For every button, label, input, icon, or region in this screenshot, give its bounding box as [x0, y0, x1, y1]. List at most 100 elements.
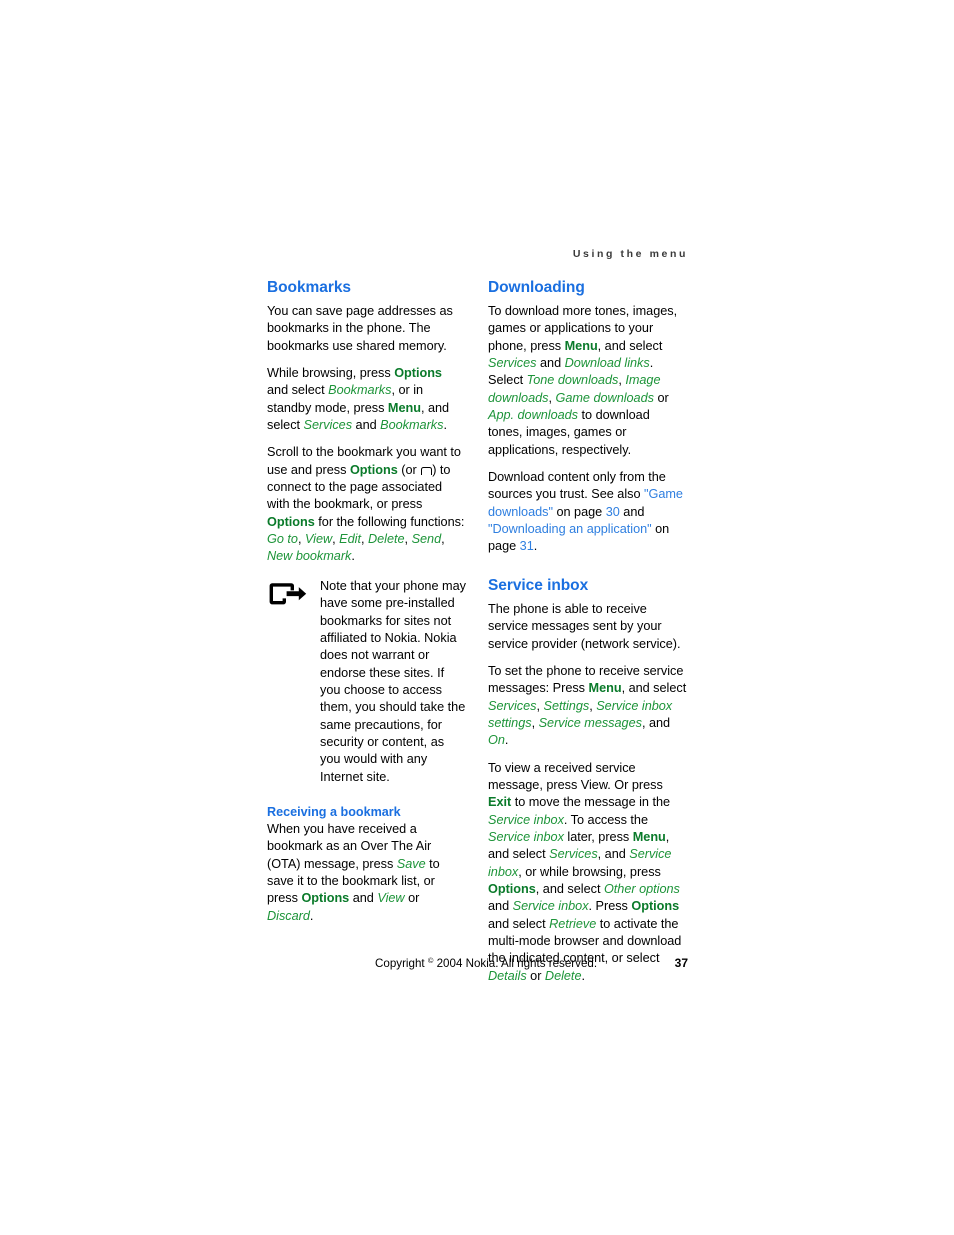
- text-run: , and: [641, 715, 671, 730]
- menu-item: Services: [549, 847, 598, 862]
- paragraph-bookmarks-intro: You can save page addresses as bookmarks…: [267, 303, 466, 355]
- page-footer: Copyright © 2004 Nokia. All rights reser…: [267, 956, 688, 972]
- key-name: Options: [631, 899, 680, 914]
- text-run: and select: [488, 916, 550, 931]
- page-number: 37: [674, 956, 688, 970]
- text-run: and: [536, 356, 565, 371]
- left-column: Bookmarks You can save page addresses as…: [267, 278, 466, 935]
- paragraph-bookmarks-functions: Scroll to the bookmark you want to use a…: [267, 444, 466, 565]
- document-page: Using the menu Bookmarks You can save pa…: [0, 0, 954, 1235]
- text-run: ,: [360, 532, 368, 547]
- paragraph-receiving-a-bookmark: When you have received a bookmark as an …: [267, 821, 466, 925]
- menu-item: New bookmark: [267, 549, 352, 564]
- menu-item: App. downloads: [488, 408, 579, 423]
- text-run: . Press: [588, 899, 632, 914]
- softkey-icon: [420, 466, 432, 475]
- text-run: ,: [404, 532, 412, 547]
- paragraph-downloading-intro: To download more tones, images, games or…: [488, 303, 687, 459]
- menu-item: Services: [488, 698, 537, 713]
- key-name: Options: [394, 366, 442, 381]
- paragraph-bookmarks-access: While browsing, press Options and select…: [267, 365, 466, 434]
- text-run: While browsing, press: [267, 366, 395, 381]
- page-reference[interactable]: 30: [606, 505, 620, 519]
- text-run: ,: [531, 715, 539, 730]
- menu-item: Download links: [564, 356, 650, 371]
- text-run: , and select: [535, 881, 604, 896]
- text-run: .: [443, 418, 447, 433]
- text-run: You can save page addresses as bookmarks…: [267, 304, 453, 353]
- menu-item: Delete: [367, 532, 405, 547]
- text-run: and: [488, 899, 513, 914]
- running-header: Using the menu: [572, 248, 688, 260]
- text-run: Download content only from the sources y…: [488, 470, 666, 502]
- text-run: ,: [441, 532, 445, 547]
- key-name: Options: [349, 462, 398, 477]
- text-run: .: [533, 539, 538, 554]
- key-name: Exit: [488, 795, 512, 810]
- text-run: The phone is able to receive service mes…: [488, 601, 681, 651]
- menu-item: Discard: [267, 908, 310, 923]
- menu-item: Save: [396, 856, 426, 871]
- text-run: .: [504, 733, 509, 748]
- note-block: Note that your phone may have some pre-i…: [267, 578, 466, 786]
- menu-item: View: [304, 532, 333, 547]
- menu-item: Retrieve: [549, 916, 597, 931]
- right-column: Downloading To download more tones, imag…: [488, 278, 687, 995]
- text-run: , or while browsing, press: [518, 864, 661, 879]
- text-run: ,: [297, 532, 305, 547]
- menu-item: Settings: [543, 698, 590, 713]
- text-run: , and select: [597, 338, 663, 353]
- menu-item: Edit: [339, 532, 361, 547]
- text-run: 2004 Nokia. All rights reserved.: [433, 957, 598, 970]
- paragraph-service-inbox-usage: To view a received service message, pres…: [488, 760, 687, 985]
- section-heading-bookmarks: Bookmarks: [267, 279, 351, 296]
- paragraph-service-inbox-setup: To set the phone to receive service mess…: [488, 663, 687, 750]
- text-run: (or: [397, 462, 421, 477]
- text-run: to move the message in the: [511, 795, 671, 810]
- menu-item: View: [377, 891, 405, 906]
- menu-item: Service inbox: [512, 899, 589, 914]
- menu-item: Send: [411, 532, 442, 547]
- menu-item: Service inbox: [488, 829, 564, 844]
- text-run: on page: [552, 504, 606, 519]
- key-name: Menu: [588, 681, 622, 696]
- key-name: Options: [488, 881, 536, 896]
- text-run: and: [619, 504, 645, 519]
- menu-item: Services: [488, 356, 537, 371]
- section-heading-downloading: Downloading: [488, 279, 585, 296]
- text-run: or: [404, 891, 420, 906]
- menu-item: On: [488, 733, 505, 748]
- key-name: Options: [301, 891, 350, 906]
- subsection-heading-receiving-a-bookmark: Receiving a bookmark: [267, 804, 401, 819]
- menu-item: Tone downloads: [526, 373, 619, 388]
- text-run: or: [653, 390, 669, 405]
- page-reference[interactable]: 31: [520, 539, 534, 553]
- menu-item: Bookmarks: [380, 418, 444, 433]
- text-run: . To access the: [563, 812, 649, 827]
- menu-item: Service inbox: [488, 812, 564, 827]
- paragraph-service-inbox-intro: The phone is able to receive service mes…: [488, 601, 687, 653]
- text-run: .: [309, 908, 314, 923]
- copyright-notice: Copyright © 2004 Nokia. All rights reser…: [375, 956, 597, 970]
- menu-item: Bookmarks: [328, 383, 392, 398]
- text-run: later, press: [563, 829, 633, 844]
- text-run: , and select: [621, 681, 687, 696]
- menu-item: Go to: [267, 532, 298, 547]
- text-run: ,: [536, 698, 544, 713]
- key-name: Menu: [387, 400, 421, 415]
- key-name: Options: [267, 514, 315, 529]
- text-run: , and: [597, 847, 630, 862]
- text-run: Copyright: [375, 957, 428, 970]
- menu-item: Other options: [603, 881, 680, 896]
- menu-item: Services: [303, 418, 353, 433]
- menu-item: Service messages: [538, 715, 642, 730]
- text-run: and: [352, 418, 381, 433]
- section-heading-service-inbox: Service inbox: [488, 576, 589, 594]
- text-run: and select: [267, 383, 329, 398]
- cross-reference-link[interactable]: "Downloading an application": [488, 522, 652, 536]
- note-text: Note that your phone may have some pre-i…: [320, 578, 466, 784]
- note-arrow-icon: [269, 581, 307, 607]
- text-run: for the following functions:: [314, 514, 465, 529]
- text-run: ,: [548, 390, 556, 405]
- key-name: Menu: [564, 338, 598, 353]
